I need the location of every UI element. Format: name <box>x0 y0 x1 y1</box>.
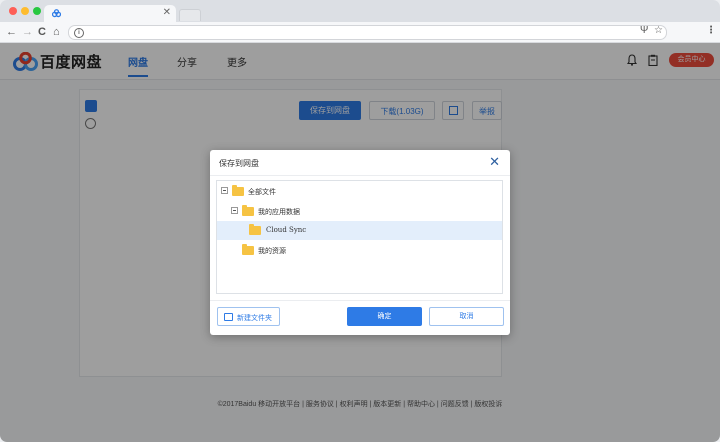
maximize-window-button[interactable] <box>33 7 41 15</box>
tree-item-cloud-sync[interactable]: Cloud Sync <box>217 221 502 240</box>
tree-item-app-data[interactable]: 我的应用数据 <box>217 202 502 221</box>
site-info-icon[interactable]: i <box>74 28 84 38</box>
cancel-button[interactable]: 取消 <box>429 307 504 326</box>
new-folder-label: 新建文件夹 <box>237 315 272 322</box>
back-icon[interactable]: ← <box>6 25 17 39</box>
extension-icon[interactable]: Ψ <box>640 25 648 36</box>
confirm-button[interactable]: 确定 <box>347 307 422 326</box>
tab-close-icon[interactable]: ✕ <box>163 7 171 18</box>
new-folder-icon <box>224 313 233 321</box>
collapse-toggle-icon[interactable] <box>231 207 238 214</box>
forward-icon[interactable]: → <box>22 25 33 39</box>
close-window-button[interactable] <box>9 7 17 15</box>
baidu-cloud-favicon-icon <box>52 9 61 18</box>
new-folder-button[interactable]: 新建文件夹 <box>217 307 280 326</box>
dialog-header: 保存到网盘 ✕ <box>210 150 510 176</box>
tree-item-label: 我的资源 <box>258 248 286 255</box>
browser-window: ✕ ← → C ⌂ i Ψ ☆ ⋮ 百度网盘 网盘 分享 更多 会员中心 保存到… <box>0 0 720 442</box>
browser-menu-icon[interactable]: ⋮ <box>706 25 716 36</box>
browser-toolbar: ← → C ⌂ i Ψ ☆ ⋮ <box>0 22 720 43</box>
dialog-title: 保存到网盘 <box>219 159 259 168</box>
collapse-toggle-icon[interactable] <box>221 187 228 194</box>
browser-tab[interactable]: ✕ <box>44 5 176 22</box>
tree-item-my-resources[interactable]: 我的资源 <box>217 241 502 260</box>
new-tab-button[interactable] <box>179 9 201 21</box>
address-bar[interactable]: i <box>68 25 667 40</box>
save-to-netdisk-dialog: 保存到网盘 ✕ 全部文件 我的应用数据 Cloud Sync 我的资源 新建文件… <box>210 150 510 335</box>
folder-icon <box>242 205 254 216</box>
folder-icon <box>242 244 254 255</box>
close-icon[interactable]: ✕ <box>489 154 500 170</box>
folder-icon <box>232 185 244 196</box>
tab-bar: ✕ <box>0 0 720 22</box>
dialog-footer: 新建文件夹 确定 取消 <box>210 300 510 336</box>
tree-item-all-files[interactable]: 全部文件 <box>217 182 502 201</box>
tree-item-label: 我的应用数据 <box>258 209 300 216</box>
bookmark-star-icon[interactable]: ☆ <box>654 25 663 36</box>
tree-item-label: 全部文件 <box>248 189 276 196</box>
folder-tree: 全部文件 我的应用数据 Cloud Sync 我的资源 <box>216 180 503 294</box>
tree-item-label: Cloud Sync <box>266 226 307 234</box>
folder-icon <box>249 224 261 235</box>
reload-icon[interactable]: C <box>38 25 46 39</box>
home-icon[interactable]: ⌂ <box>53 25 60 39</box>
minimize-window-button[interactable] <box>21 7 29 15</box>
